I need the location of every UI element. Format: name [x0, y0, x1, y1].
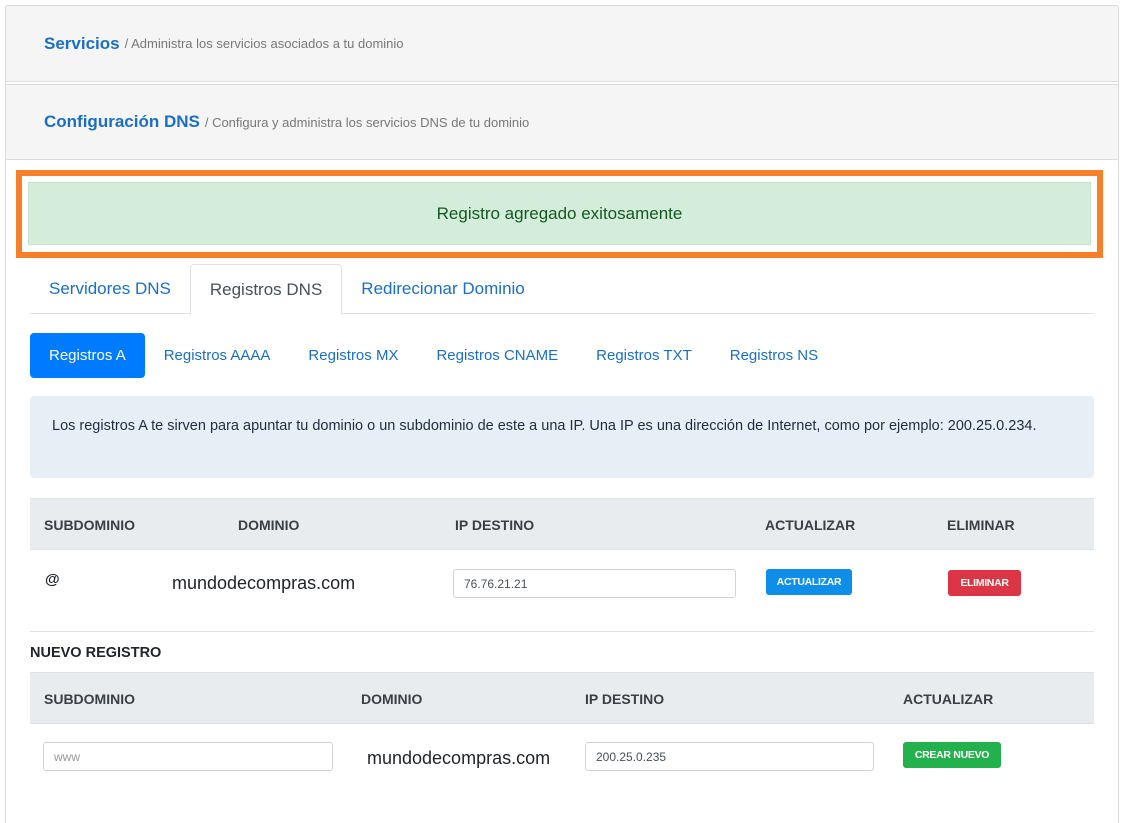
divider: [30, 631, 1094, 632]
tab-servidores-dns[interactable]: Servidores DNS: [30, 264, 190, 314]
column-header-dominio: DOMINIO: [238, 517, 300, 533]
dns-tabs: Servidores DNS Registros DNS Redireciona…: [30, 264, 1094, 315]
new-record-title: NUEVO REGISTRO: [30, 645, 162, 661]
info-box: Los registros A te sirven para apuntar t…: [30, 396, 1094, 478]
new-record-domain: mundodecompras.com: [367, 748, 551, 768]
column-header-ip-destino: IP DESTINO: [455, 517, 535, 533]
breadcrumb-subtitle: / Configura y administra los servicios D…: [204, 114, 530, 130]
subdominio-input[interactable]: [43, 742, 333, 771]
row-domain: mundodecompras.com: [172, 573, 356, 593]
column-header-dominio: DOMINIO: [361, 691, 423, 707]
column-header-subdominio: SUBDOMINIO: [44, 691, 135, 707]
actualizar-button[interactable]: ACTUALIZAR: [766, 569, 852, 595]
column-header-ip-destino: IP DESTINO: [585, 691, 665, 707]
column-header-actualizar: ACTUALIZAR: [765, 517, 856, 533]
ip-destino-input[interactable]: [453, 569, 736, 598]
pill-registros-aaaa[interactable]: Registros AAAA: [145, 333, 290, 378]
row-subdomain: @: [45, 571, 60, 588]
records-table-header: SUBDOMINIO DOMINIO IP DESTINO ACTUALIZAR…: [30, 498, 1094, 550]
crear-nuevo-button[interactable]: CREAR NUEVO: [903, 742, 1001, 768]
breadcrumb-servicios: Servicios / Administra los servicios aso…: [5, 5, 1119, 82]
pill-registros-mx[interactable]: Registros MX: [289, 333, 417, 378]
record-type-pills: Registros A Registros AAAA Registros MX …: [30, 333, 837, 378]
breadcrumb-title[interactable]: Configuración DNS: [44, 112, 200, 132]
eliminar-button[interactable]: ELIMINAR: [948, 570, 1021, 596]
tab-registros-dns[interactable]: Registros DNS: [189, 264, 343, 315]
tab-redirecionar-dominio[interactable]: Redirecionar Dominio: [342, 264, 543, 314]
column-header-subdominio: SUBDOMINIO: [44, 517, 135, 533]
column-header-eliminar: ELIMINAR: [947, 517, 1015, 533]
pill-registros-ns[interactable]: Registros NS: [711, 333, 837, 378]
pill-registros-txt[interactable]: Registros TXT: [577, 333, 711, 378]
pill-registros-cname[interactable]: Registros CNAME: [417, 333, 577, 378]
success-alert: Registro agregado exitosamente: [28, 182, 1091, 245]
pill-registros-a[interactable]: Registros A: [30, 333, 145, 378]
column-header-actualizar: ACTUALIZAR: [903, 691, 994, 707]
breadcrumb-subtitle: / Administra los servicios asociados a t…: [124, 36, 404, 51]
success-alert-message: Registro agregado exitosamente: [436, 203, 683, 223]
info-text: Los registros A te sirven para apuntar t…: [52, 418, 1037, 434]
new-ip-destino-input[interactable]: [585, 742, 874, 771]
new-record-table-header: SUBDOMINIO DOMINIO IP DESTINO ACTUALIZAR: [30, 672, 1094, 724]
breadcrumb-title[interactable]: Servicios: [44, 34, 120, 54]
breadcrumb-dns: Configuración DNS / Configura y administ…: [5, 84, 1119, 160]
